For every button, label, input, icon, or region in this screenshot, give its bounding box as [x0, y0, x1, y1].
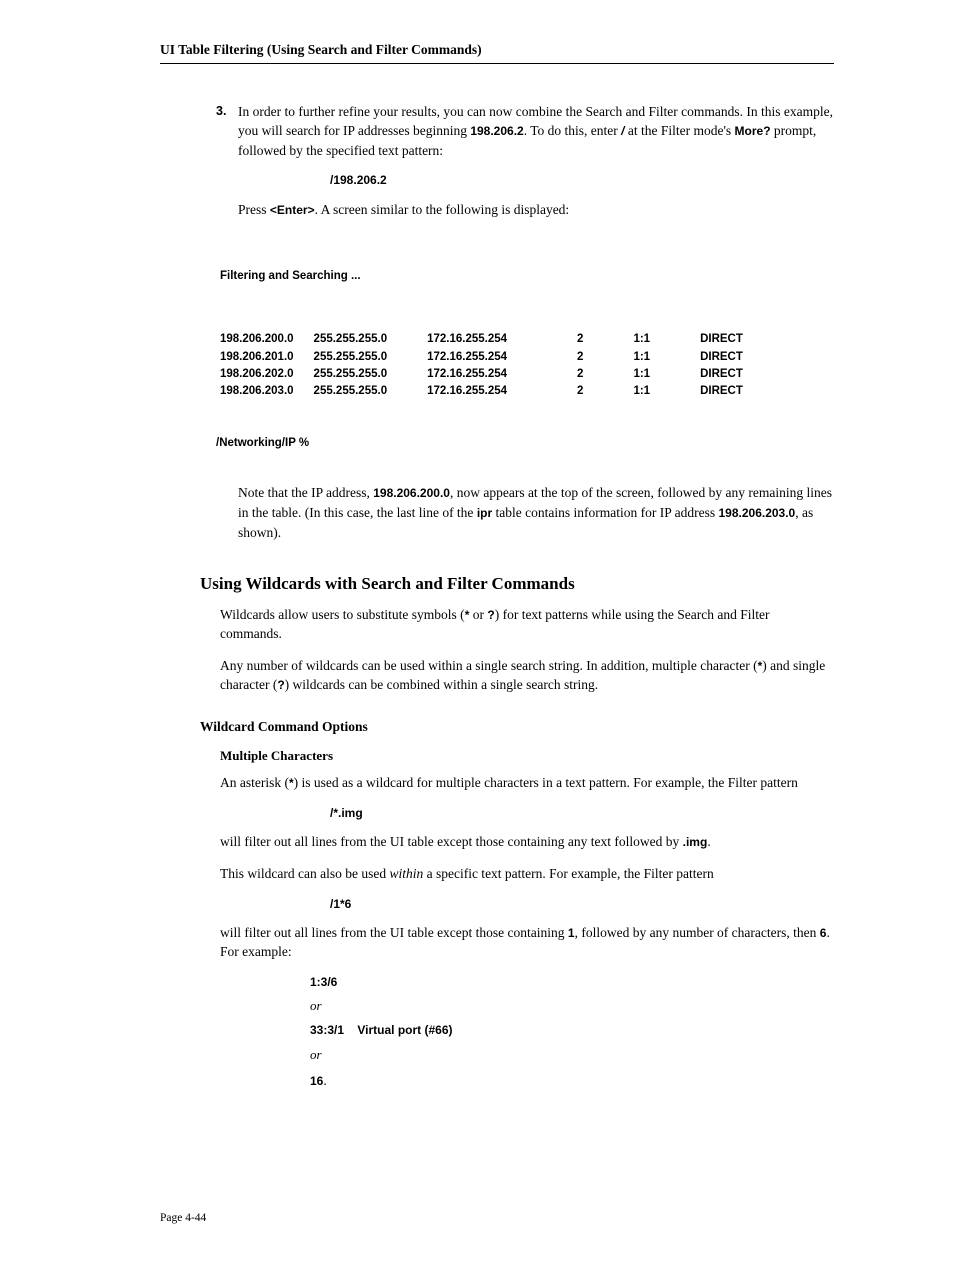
table-row: 198.206.200.0255.255.255.0172.16.255.254… [220, 331, 763, 348]
wildcards-p1: Wildcards allow users to substitute symb… [220, 605, 834, 644]
example-or-2: or [310, 1046, 834, 1065]
step-number: 3. [216, 102, 226, 120]
table-row: 198.206.202.0255.255.255.0172.16.255.254… [220, 366, 763, 383]
multichar-p1: An asterisk (*) is used as a wildcard fo… [220, 773, 834, 793]
wildcards-p2: Any number of wildcards can be used with… [220, 656, 834, 695]
section-heading-wildcards: Using Wildcards with Search and Filter C… [200, 572, 834, 597]
subsub-heading-multichar: Multiple Characters [220, 747, 834, 766]
table-row: 198.206.201.0255.255.255.0172.16.255.254… [220, 349, 763, 366]
pattern-img: /*.img [330, 805, 834, 822]
page-footer: Page 4-44 [160, 1210, 834, 1227]
multichar-p3: This wildcard can also be used within a … [220, 864, 834, 884]
shell-prompt: /Networking/IP % [216, 435, 834, 452]
page-header: UI Table Filtering (Using Search and Fil… [160, 40, 834, 64]
terminal-output: Filtering and Searching ... 198.206.200.… [220, 233, 834, 469]
note-paragraph: Note that the IP address, 198.206.200.0,… [238, 483, 834, 542]
example-line-2: 33:3/1 Virtual port (#66) [310, 1022, 834, 1039]
table-row: 198.206.203.0255.255.255.0172.16.255.254… [220, 383, 763, 400]
step3-paragraph-1: In order to further refine your results,… [238, 102, 834, 161]
multichar-p4: will filter out all lines from the UI ta… [220, 923, 834, 962]
example-block: 1:3/6 or 33:3/1 Virtual port (#66) or 16… [310, 974, 834, 1090]
example-or-1: or [310, 997, 834, 1016]
route-table: 198.206.200.0255.255.255.0172.16.255.254… [220, 331, 763, 400]
example-line-1: 1:3/6 [310, 974, 834, 991]
example-line-3: 16. [310, 1071, 834, 1091]
pattern-1star6: /1*6 [330, 896, 834, 913]
multichar-p2: will filter out all lines from the UI ta… [220, 832, 834, 852]
step-3: 3. In order to further refine your resul… [238, 102, 834, 161]
filtering-label: Filtering and Searching ... [220, 268, 834, 285]
step3-paragraph-2: Press <Enter>. A screen similar to the f… [238, 200, 834, 220]
filter-command-1: /198.206.2 [330, 172, 834, 189]
subsection-heading-options: Wildcard Command Options [200, 717, 834, 737]
